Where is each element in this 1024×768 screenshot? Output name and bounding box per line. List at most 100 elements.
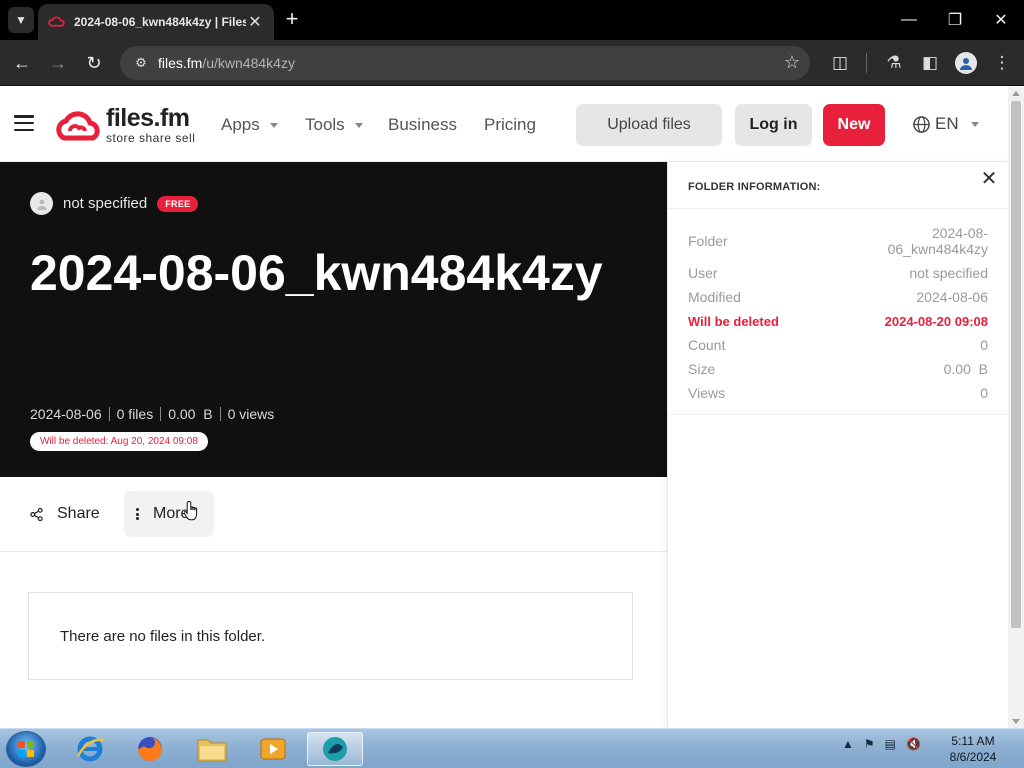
internet-explorer-icon bbox=[76, 736, 105, 762]
folder-icon bbox=[197, 739, 227, 762]
info-value: 0.00 B bbox=[943, 361, 988, 377]
folder-info-panel: FOLDER INFORMATION: ✕ Folder 2024-08-06_… bbox=[667, 162, 1008, 728]
stat-divider bbox=[160, 407, 162, 421]
user-avatar-icon bbox=[30, 192, 53, 215]
taskbar-firefox[interactable] bbox=[122, 732, 178, 766]
scrollbar-thumb[interactable] bbox=[1011, 101, 1021, 628]
page-scrollbar[interactable] bbox=[1008, 87, 1024, 728]
clock-date: 8/6/2024 bbox=[949, 750, 997, 764]
new-button[interactable]: New bbox=[823, 104, 885, 146]
stat-divider bbox=[108, 407, 110, 421]
info-value: 2024-08-06 bbox=[916, 289, 988, 305]
info-value: 0 bbox=[980, 337, 988, 353]
extensions-icon[interactable]: ◫ bbox=[828, 51, 852, 75]
volume-muted-icon[interactable]: 🔇 bbox=[906, 737, 921, 751]
upload-files-button[interactable]: Upload files bbox=[576, 104, 722, 146]
taskbar-file-explorer[interactable] bbox=[184, 732, 240, 766]
info-value: 2024-08-06_kwn484k4zy bbox=[887, 225, 988, 257]
deletion-notice-badge: Will be deleted: Aug 20, 2024 09:08 bbox=[30, 432, 208, 451]
tab-close-icon[interactable]: ✕ bbox=[246, 12, 264, 32]
taskbar-active-app[interactable] bbox=[307, 732, 363, 766]
tab-title: 2024-08-06_kwn484k4zy | Files.fm bbox=[74, 15, 246, 29]
page-viewport: files.fm store share sell Apps Tools Bus… bbox=[0, 87, 1008, 728]
url-path: /u/kwn484k4zy bbox=[202, 55, 295, 71]
nav-business[interactable]: Business bbox=[388, 115, 457, 135]
tab-search-button[interactable]: ▼ bbox=[8, 7, 34, 33]
info-rows: Folder 2024-08-06_kwn484k4zy User not sp… bbox=[668, 209, 1008, 415]
start-button[interactable] bbox=[6, 731, 46, 767]
info-key: Folder bbox=[688, 233, 728, 249]
site-settings-icon[interactable]: ⚙ bbox=[128, 55, 154, 71]
info-row-count: Count 0 bbox=[688, 333, 988, 357]
chevron-down-icon bbox=[354, 122, 363, 128]
share-label: Share bbox=[57, 505, 100, 522]
info-panel-title: FOLDER INFORMATION: bbox=[688, 181, 821, 193]
side-panel-icon[interactable]: ◧ bbox=[918, 51, 942, 75]
folder-action-bar: Share More bbox=[0, 477, 667, 552]
info-value: 2024-08-20 09:08 bbox=[884, 313, 988, 329]
bookmark-star-icon[interactable]: ☆ bbox=[784, 52, 800, 73]
login-button[interactable]: Log in bbox=[735, 104, 812, 146]
info-row-will-be-deleted: Will be deleted 2024-08-20 09:08 bbox=[688, 309, 988, 333]
hand-pointer-cursor-icon bbox=[184, 500, 198, 521]
nav-apps-label: Apps bbox=[221, 115, 260, 134]
files-fm-favicon-icon bbox=[48, 16, 65, 27]
info-row-size: Size 0.00 B bbox=[688, 357, 988, 381]
info-key: User bbox=[688, 265, 718, 281]
labs-flask-icon[interactable]: ⚗ bbox=[882, 51, 906, 75]
stat-files: 0 files bbox=[116, 406, 154, 422]
folder-title: 2024-08-06_kwn484k4zy bbox=[30, 245, 603, 301]
restore-button[interactable]: ❐ bbox=[932, 0, 978, 40]
new-tab-button[interactable]: + bbox=[280, 8, 304, 32]
scroll-down-icon[interactable] bbox=[1012, 719, 1020, 724]
reload-button[interactable]: ↻ bbox=[81, 50, 107, 76]
info-key: Views bbox=[688, 385, 726, 401]
stat-size: 0.00 B bbox=[168, 406, 213, 422]
media-player-icon bbox=[260, 738, 286, 760]
windows-logo-icon bbox=[18, 741, 34, 757]
show-hidden-icons-icon[interactable]: ▲ bbox=[842, 737, 854, 751]
info-value: not specified bbox=[909, 265, 988, 281]
taskbar-internet-explorer[interactable] bbox=[62, 732, 118, 766]
cloud-logo-icon bbox=[56, 111, 100, 141]
share-button[interactable]: Share bbox=[30, 501, 100, 527]
chevron-down-icon: ▼ bbox=[15, 13, 27, 27]
minimize-button[interactable]: — bbox=[886, 0, 932, 40]
scroll-up-icon[interactable] bbox=[1012, 91, 1020, 96]
info-key: Count bbox=[688, 337, 726, 353]
folder-hero: not specified FREE 2024-08-06_kwn484k4zy… bbox=[0, 162, 667, 477]
forward-button[interactable]: → bbox=[45, 50, 71, 76]
windows-taskbar: ▲ ⚑ ▤ 🔇 5:11 AM 8/6/2024 bbox=[0, 728, 1024, 768]
info-row-views: Views 0 bbox=[688, 381, 988, 405]
hamburger-menu-icon[interactable] bbox=[14, 115, 34, 131]
profile-avatar-icon[interactable] bbox=[955, 52, 977, 74]
close-window-button[interactable]: ✕ bbox=[978, 0, 1024, 40]
logo-brand-text: files.fm bbox=[106, 103, 190, 132]
info-row-folder: Folder 2024-08-06_kwn484k4zy bbox=[688, 221, 988, 261]
info-row-user: User not specified bbox=[688, 261, 988, 285]
free-badge: FREE bbox=[157, 195, 199, 212]
chevron-down-icon bbox=[269, 122, 278, 128]
toolbar-divider bbox=[866, 53, 867, 73]
system-clock[interactable]: 5:11 AM 8/6/2024 bbox=[940, 733, 1006, 765]
action-center-flag-icon[interactable]: ⚑ bbox=[864, 737, 875, 751]
network-icon[interactable]: ▤ bbox=[885, 737, 896, 751]
info-key: Modified bbox=[688, 289, 741, 305]
nav-pricing[interactable]: Pricing bbox=[484, 115, 536, 135]
folder-owner: not specified FREE bbox=[30, 192, 199, 215]
stat-divider bbox=[219, 407, 221, 421]
browser-tab[interactable]: 2024-08-06_kwn484k4zy | Files.fm ✕ bbox=[38, 4, 274, 40]
firefox-icon bbox=[138, 737, 162, 761]
nav-pricing-label: Pricing bbox=[484, 115, 536, 134]
address-bar[interactable]: ⚙ files.fm/u/kwn484k4zy ☆ bbox=[120, 46, 810, 80]
url-host: files.fm bbox=[158, 55, 203, 71]
site-logo[interactable]: files.fm store share sell bbox=[52, 105, 195, 145]
back-button[interactable]: ← bbox=[9, 50, 35, 76]
taskbar-media-player[interactable] bbox=[245, 732, 301, 766]
nav-apps[interactable]: Apps bbox=[221, 115, 278, 135]
menu-kebab-icon[interactable]: ⋮ bbox=[990, 51, 1014, 75]
close-panel-icon[interactable]: ✕ bbox=[980, 169, 998, 189]
language-selector[interactable]: EN bbox=[912, 114, 979, 134]
stat-date: 2024-08-06 bbox=[30, 406, 102, 422]
nav-tools[interactable]: Tools bbox=[305, 115, 363, 135]
